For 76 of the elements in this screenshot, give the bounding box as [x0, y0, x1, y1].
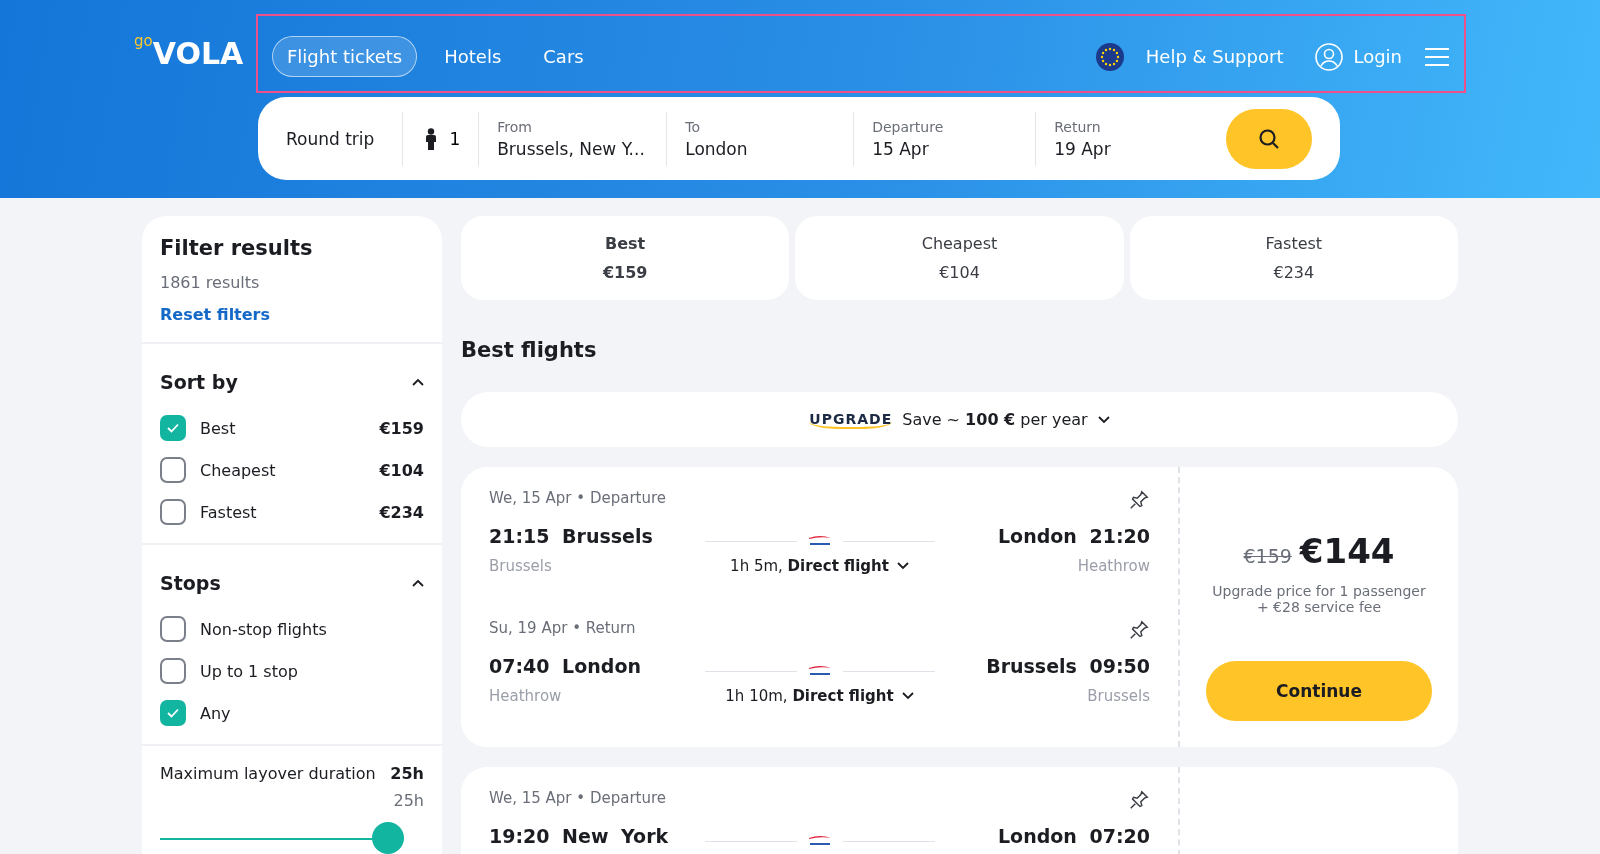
price-note: Upgrade price for 1 passenger + €28 service fee	[1211, 583, 1427, 615]
sort-tab[interactable]: Best €159	[461, 216, 790, 300]
check-icon	[167, 423, 179, 433]
departure-time-city: 07:40 London	[489, 655, 641, 677]
nav-tab[interactable]: Hotels	[429, 36, 517, 77]
layover-value: 25h	[390, 764, 424, 783]
arrival-airport: Brussels	[1087, 687, 1150, 705]
checkbox[interactable]	[160, 658, 186, 684]
leg-date: We, 15 Apr • Departure	[489, 489, 668, 509]
chevron-icon	[412, 378, 424, 386]
user-icon	[1315, 42, 1344, 71]
leg-date: Su, 19 Apr • Return	[489, 619, 637, 639]
section-toggle[interactable]: Sort by	[160, 371, 424, 393]
option-label: Best	[200, 418, 237, 438]
departure-time-city: 19:20 New York	[489, 825, 669, 847]
continue-button[interactable]: Continue	[1206, 661, 1432, 721]
chevron-icon	[1097, 415, 1110, 424]
departure-time-city: 21:15 Brussels	[489, 525, 653, 547]
chevron-icon	[901, 692, 914, 700]
pin-icon[interactable]	[1128, 619, 1150, 641]
airline-logo	[806, 535, 833, 547]
arrival-city-time: London 21:20	[998, 525, 1150, 547]
upgrade-banner[interactable]: UPGRADE Save ~ 100 € per year	[461, 392, 1458, 447]
arrival-city-time: Brussels 09:50	[986, 655, 1150, 677]
upgrade-text: Save ~ 100 € per year	[902, 410, 1088, 429]
option-label: Fastest	[200, 502, 258, 522]
option-label: Up to 1 stop	[200, 661, 299, 681]
search-field[interactable]: From Brussels, New Y...	[478, 111, 667, 166]
option-price: €159	[379, 418, 424, 438]
airline-logo	[806, 835, 833, 847]
checkbox[interactable]	[160, 499, 186, 525]
search-field[interactable]: To London	[666, 111, 854, 166]
search-icon	[1258, 127, 1280, 150]
search-field[interactable]: Departure 15 Apr	[853, 111, 1036, 166]
menu-icon[interactable]	[1424, 46, 1450, 67]
layover-label: Maximum layover duration	[160, 764, 376, 783]
leg-date: We, 15 Apr • Departure	[489, 789, 668, 809]
price: €144	[1299, 531, 1395, 571]
old-price: €159	[1243, 545, 1292, 567]
pin-icon[interactable]	[1128, 489, 1150, 511]
sort-tab[interactable]: Cheapest €104	[795, 216, 1124, 300]
upgrade-brand: UPGRADE	[809, 410, 893, 429]
duration-toggle[interactable]: 1h 5m, Direct flight	[730, 557, 909, 575]
section-title: Best flights	[461, 338, 598, 362]
checkbox[interactable]	[160, 616, 186, 642]
option-label: Non-stop flights	[200, 619, 328, 639]
arrival-airport: Heathrow	[1077, 557, 1150, 575]
person-icon	[425, 127, 438, 150]
check-icon	[167, 708, 179, 718]
checkbox[interactable]	[160, 415, 186, 441]
duration-toggle[interactable]: 1h 10m, Direct flight	[725, 687, 914, 705]
trip-type-select[interactable]: Round trip	[286, 111, 403, 166]
passenger-select[interactable]: 1	[402, 111, 479, 166]
option-label: Any	[200, 703, 232, 723]
option-price: €104	[379, 460, 424, 480]
nav-tab[interactable]: Cars	[528, 36, 599, 77]
checkbox[interactable]	[160, 457, 186, 483]
sort-tab[interactable]: Fastest €234	[1129, 216, 1458, 300]
airline-logo	[806, 665, 833, 677]
chevron-icon	[896, 562, 909, 570]
pin-icon[interactable]	[1128, 789, 1150, 811]
filter-title: Filter results	[160, 236, 314, 260]
slider-thumb[interactable]	[372, 822, 404, 854]
results-count: 1861 results	[160, 273, 261, 292]
departure-airport: Heathrow	[489, 687, 562, 705]
chevron-icon	[412, 579, 424, 587]
option-label: Cheapest	[200, 460, 277, 480]
checkbox[interactable]	[160, 700, 186, 726]
eu-flag-icon[interactable]	[1095, 42, 1124, 71]
section-toggle[interactable]: Stops	[160, 572, 424, 594]
arrival-city-time: London 07:20	[998, 825, 1150, 847]
layover-reading: 25h	[393, 791, 424, 810]
option-price: €234	[379, 502, 424, 522]
reset-filters-link[interactable]: Reset filters	[160, 305, 424, 324]
search-field[interactable]: Return 19 Apr	[1035, 111, 1216, 166]
departure-airport: Brussels	[489, 557, 552, 575]
